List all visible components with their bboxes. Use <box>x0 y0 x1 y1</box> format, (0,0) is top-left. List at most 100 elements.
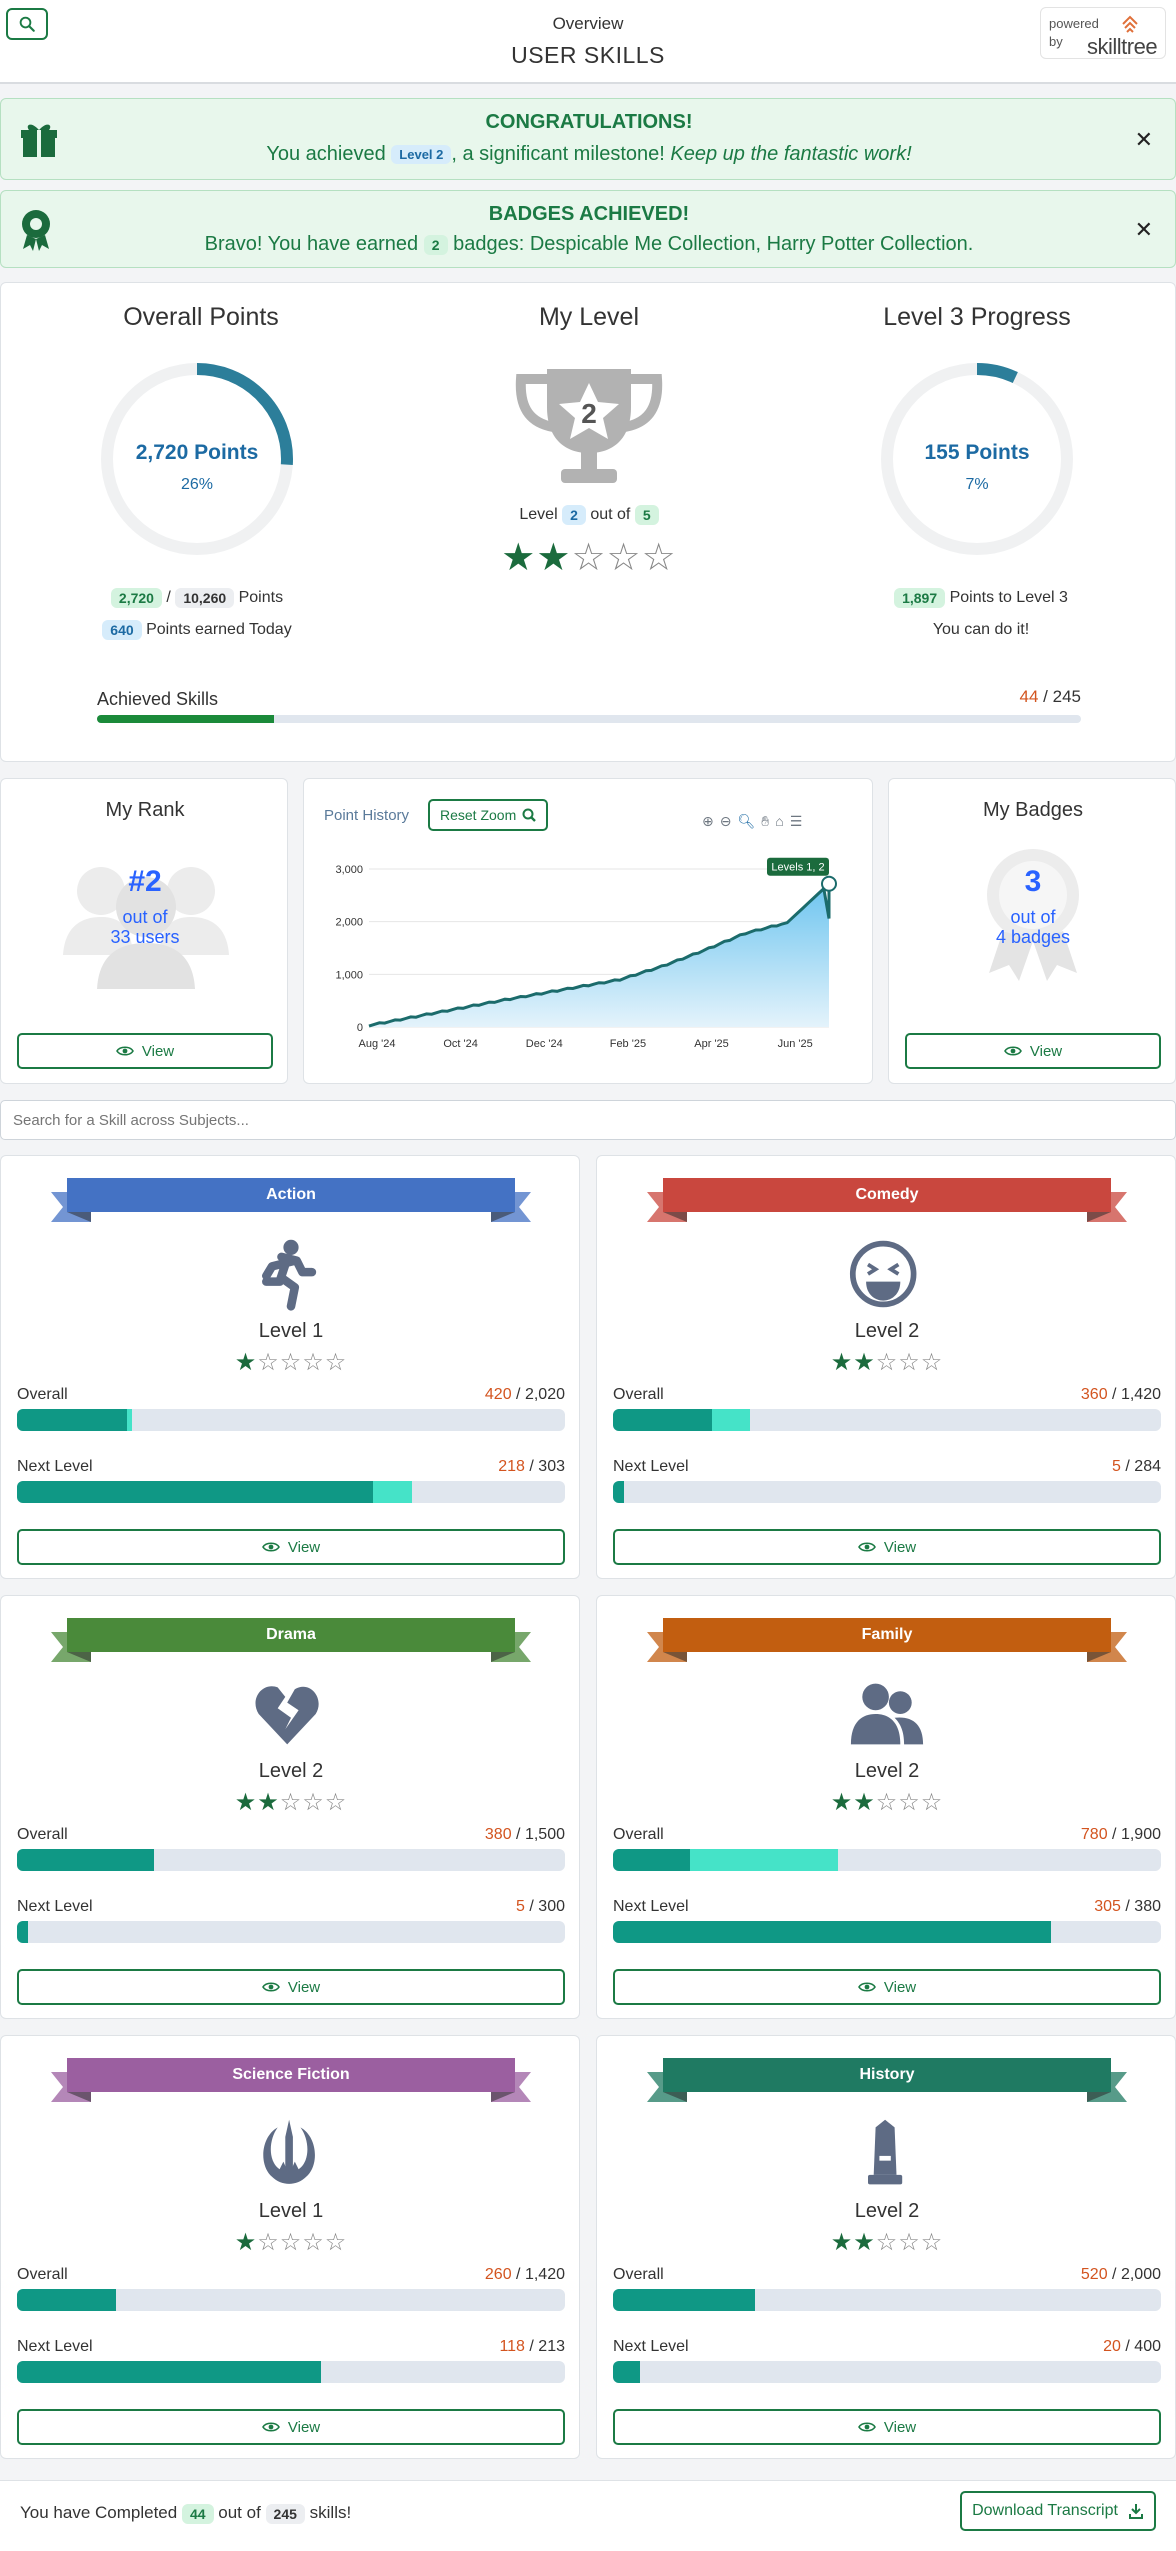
view-label: View <box>287 2418 321 2436</box>
subject-view-button[interactable]: View <box>17 2409 565 2445</box>
subject-name: Comedy <box>663 1178 1111 1212</box>
history-area <box>369 883 829 1027</box>
overall-points: 520 / 2,000 <box>1080 2266 1161 2283</box>
x-tick-label: Apr '25 <box>694 1038 729 1050</box>
points-word: Points <box>238 589 284 607</box>
my-badges-card: My Badges 3 out of 4 badges View <box>888 778 1176 1084</box>
x-tick-label: Dec '24 <box>526 1038 563 1050</box>
badges-view-button[interactable]: View <box>905 1033 1161 1069</box>
overall-label: Overall <box>613 1826 664 1843</box>
zoom-select-icon[interactable]: 🔍︎ <box>737 813 755 830</box>
powered-by-badge[interactable]: powered by skilltree <box>1040 7 1166 59</box>
subject-stars: ★☆☆☆☆ <box>234 1349 348 1376</box>
subject-view-button[interactable]: View <box>17 1969 565 2005</box>
subject-level: Level 2 <box>854 1320 920 1342</box>
achieved-skills-fill <box>97 715 275 723</box>
ring-value: 155 Points <box>924 441 1029 464</box>
badges-total: 4 badges <box>995 927 1071 947</box>
monument-icon <box>868 2119 903 2185</box>
next-level-progress-bar <box>17 2361 565 2383</box>
rank-users: 33 users <box>110 927 180 947</box>
overall-progress-fill <box>613 1849 690 1871</box>
badges-text: Bravo! You have earned 2 badges: Despica… <box>1 233 1176 256</box>
badges-count: 3 <box>1024 865 1042 898</box>
next-level-progress-fill <box>17 1921 28 1943</box>
next-level-progress-bar <box>613 1921 1161 1943</box>
subject-level: Level 1 <box>258 2200 324 2222</box>
my-rank-card: My Rank #2 out of 33 users View <box>0 778 288 1084</box>
subject-view-button[interactable]: View <box>613 1529 1161 1565</box>
subject-name: Science Fiction <box>67 2058 515 2092</box>
overall-points-ring: 2,720 Points 26% <box>101 363 293 555</box>
subject-level: Level 2 <box>854 2200 920 2222</box>
badges-count-pill: 2 <box>423 234 448 255</box>
subject-ribbon: Drama <box>51 1618 531 1662</box>
overall-points: 380 / 1,500 <box>484 1826 565 1843</box>
overall-progress-bar <box>17 1849 565 1871</box>
next-level-label: Next Level <box>613 1898 689 1915</box>
subject-card[interactable]: Family Level 2 ★★☆☆☆ Overall 780 / 1,900… <box>596 1595 1176 2019</box>
overall-label: Overall <box>17 2266 68 2283</box>
next-level-label: Next Level <box>17 1898 93 1915</box>
view-label: View <box>287 1978 321 1996</box>
next-level-progress-bar <box>17 1921 565 1943</box>
next-level-points: 118 / 213 <box>499 2338 565 2355</box>
reset-zoom-button[interactable]: Reset Zoom <box>428 799 549 831</box>
point-history-chart: 0 1,000 2,000 3,000 Aug '24 Oct '24 Dec '24 Fe… <box>335 857 837 1050</box>
subject-ribbon: History <box>647 2058 1127 2102</box>
reset-zoom-label: Reset Zoom <box>440 807 517 823</box>
subject-view-button[interactable]: View <box>17 1529 565 1565</box>
subject-stars: ★★☆☆☆ <box>830 1349 944 1376</box>
menu-icon[interactable]: ☰ <box>790 813 803 830</box>
congrats-heading: CONGRATULATIONS! <box>485 111 693 133</box>
next-level-progress-bar <box>613 2361 1161 2383</box>
rank-view-button[interactable]: View <box>17 1033 273 1069</box>
completion-summary: You have Completed 44 out of 245 skills! <box>20 2503 351 2524</box>
next-level-progress-bar <box>17 1481 565 1503</box>
subject-view-button[interactable]: View <box>613 1969 1161 2005</box>
view-label: View <box>883 1538 917 1556</box>
subject-card[interactable]: History Level 2 ★★☆☆☆ Overall 520 / 2,00… <box>596 2035 1176 2459</box>
congrats-mid: , a significant milestone! <box>451 143 665 165</box>
overall-progress-bar <box>17 1409 565 1431</box>
zoom-out-icon[interactable]: ⊖ <box>720 813 732 830</box>
laugh-icon <box>849 1240 917 1308</box>
broken-heart-icon <box>255 1686 319 1745</box>
badges-pre: Bravo! You have earned <box>204 233 419 255</box>
close-icon[interactable]: ✕ <box>1135 217 1153 243</box>
close-icon[interactable]: ✕ <box>1135 127 1153 153</box>
pan-icon[interactable]: ✋︎ <box>761 813 769 830</box>
overall-today-fill <box>689 1849 838 1871</box>
skill-search-input[interactable] <box>0 1100 1176 1140</box>
next-level-label: Next Level <box>17 1458 93 1475</box>
footer-post: skills! <box>309 2503 352 2522</box>
eye-icon <box>857 1982 876 1992</box>
history-marker[interactable] <box>821 875 837 892</box>
zoom-in-icon[interactable]: ⊕ <box>702 813 714 830</box>
overall-progress-bar <box>613 1409 1161 1431</box>
subject-card[interactable]: Comedy Level 2 ★★☆☆☆ Overall 360 / 1,420… <box>596 1155 1176 1579</box>
skilltree-logo-icon <box>1122 15 1138 33</box>
summary-card: Overall Points 2,720 Points 26% 2,720 / … <box>0 282 1176 762</box>
next-level-progress-fill <box>613 2361 641 2383</box>
subject-view-button[interactable]: View <box>613 2409 1161 2445</box>
overall-label: Overall <box>17 1826 68 1843</box>
earned-pill: 2,720 <box>110 588 162 608</box>
next-level-label: Next Level <box>613 2338 689 2355</box>
subject-ribbon: Action <box>51 1178 531 1222</box>
overall-progress-fill <box>17 1849 154 1871</box>
home-icon[interactable]: ⌂ <box>775 813 783 830</box>
subject-card[interactable]: Drama Level 2 ★★☆☆☆ Overall 380 / 1,500 … <box>0 1595 580 2019</box>
level-stars: ★★☆☆☆ <box>501 537 677 579</box>
overall-label: Overall <box>613 1386 664 1403</box>
view-label: View <box>883 1978 917 1996</box>
subject-card[interactable]: Action Level 1 ★☆☆☆☆ Overall 420 / 2,020… <box>0 1155 580 1579</box>
subject-stars: ★★☆☆☆ <box>830 2229 944 2256</box>
next-level-progress-fill <box>613 1921 1052 1943</box>
x-tick-label: Jun '25 <box>778 1038 813 1050</box>
subject-card[interactable]: Science Fiction Level 1 ★☆☆☆☆ Overall 26… <box>0 2035 580 2459</box>
next-level-points: 305 / 380 <box>1094 1898 1161 1915</box>
eye-icon <box>261 2422 280 2432</box>
download-transcript-button[interactable]: Download Transcript <box>960 2491 1156 2531</box>
y-tick-label: 0 <box>357 1022 363 1034</box>
